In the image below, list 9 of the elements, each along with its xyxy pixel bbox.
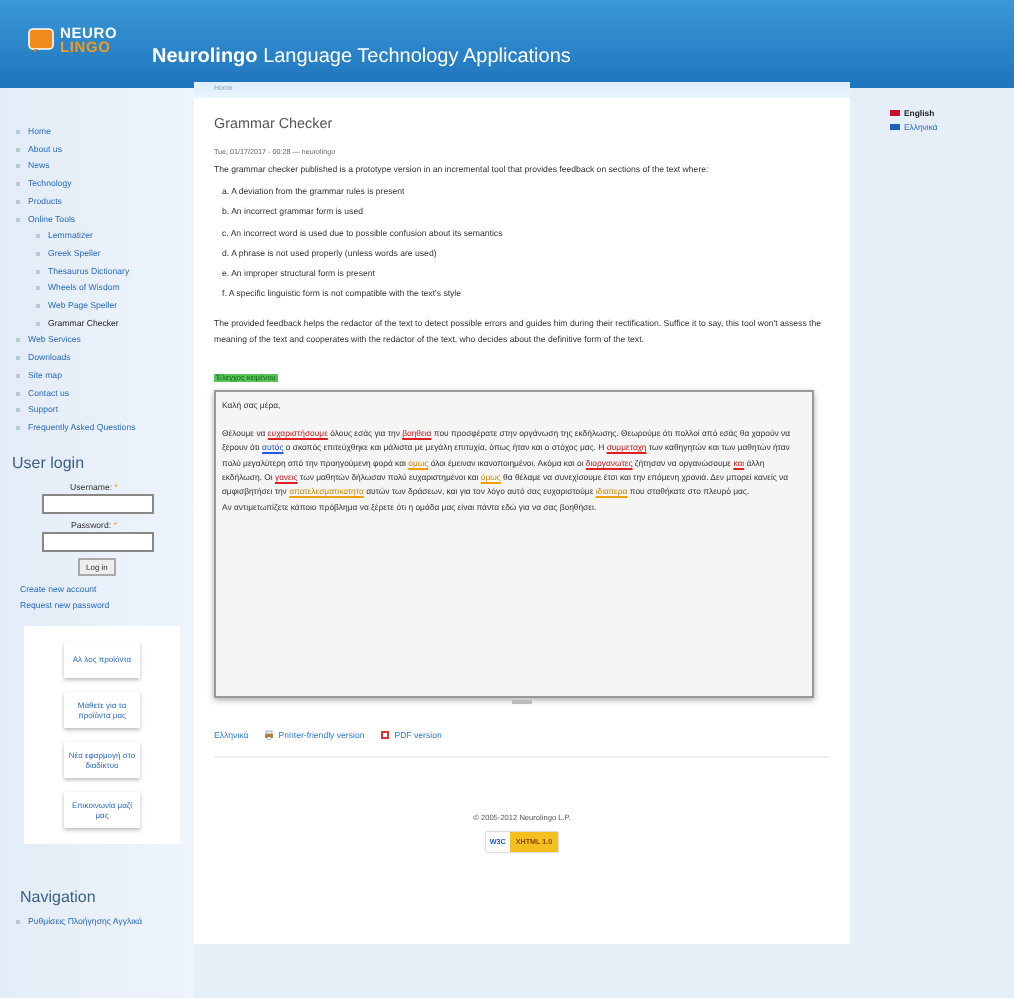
- site-title: Neurolingo Language Technology Applications: [152, 46, 571, 68]
- username-field[interactable]: [42, 493, 154, 514]
- password-field[interactable]: [42, 531, 154, 552]
- pdf-icon: [380, 729, 391, 740]
- printer-icon: [264, 729, 275, 740]
- block-title: User login: [12, 453, 87, 472]
- block-title: Navigation: [20, 887, 98, 906]
- logo-icon: [28, 28, 54, 52]
- resize-grip-icon[interactable]: [512, 699, 532, 704]
